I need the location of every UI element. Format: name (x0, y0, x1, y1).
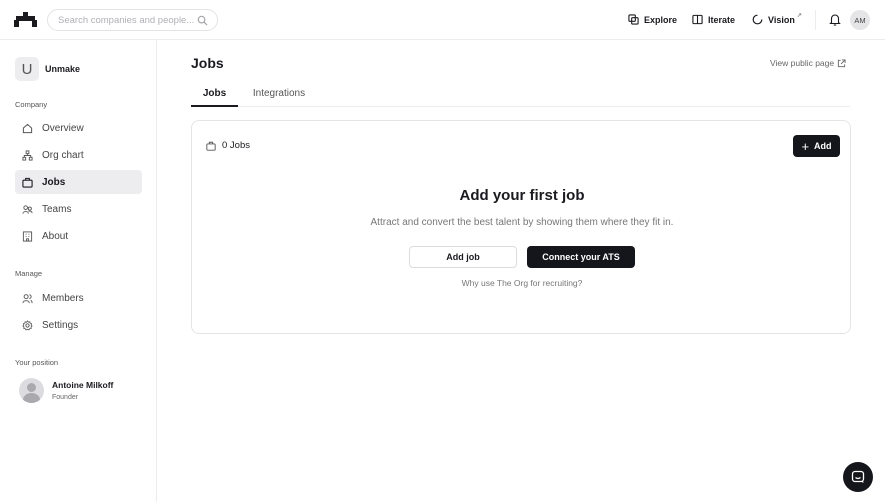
chat-button[interactable] (843, 462, 873, 492)
chat-icon (851, 470, 865, 483)
nav-vision[interactable]: Vision ↗ (752, 13, 802, 25)
jobs-count-label: 0 Jobs (222, 140, 250, 151)
briefcase-icon (22, 177, 33, 188)
sidebar-item-about[interactable]: About (15, 224, 142, 248)
company-switcher[interactable]: U Unmake (15, 57, 80, 81)
loading-circle-icon (752, 14, 763, 25)
nav-iterate[interactable]: Iterate (692, 14, 735, 25)
sidebar-item-settings[interactable]: Settings (15, 313, 142, 337)
sidebar: U Unmake Company Overview Org chart Jobs… (0, 40, 157, 502)
section-label-position: Your position (15, 358, 59, 367)
why-recruiting-link[interactable]: Why use The Org for recruiting? (192, 278, 852, 288)
gear-icon (22, 319, 33, 330)
home-icon (22, 123, 33, 133)
nav-explore[interactable]: Explore (628, 14, 677, 25)
sidebar-item-label: Settings (42, 319, 79, 331)
company-logo: U (15, 57, 39, 81)
company-name: Unmake (45, 64, 81, 74)
empty-state-subtitle: Attract and convert the best talent by s… (370, 217, 674, 228)
add-button-label: Add (814, 141, 832, 151)
section-label-company: Company (15, 100, 48, 109)
search-icon (197, 15, 208, 26)
explore-icon (628, 14, 639, 25)
view-public-page-label: View public page (770, 58, 835, 68)
plus-icon: + (801, 138, 810, 154)
org-chart-icon (22, 149, 33, 161)
the-org-logo-icon[interactable] (14, 12, 37, 27)
position-card[interactable]: Antoine Milkoff Founder (19, 378, 113, 403)
connect-ats-button[interactable]: Connect your ATS (527, 246, 635, 268)
add-button[interactable]: + Add (793, 135, 840, 157)
empty-state-title: Add your first job (459, 187, 585, 204)
sidebar-item-teams[interactable]: Teams (15, 197, 142, 221)
view-public-page-link[interactable]: View public page (770, 58, 846, 68)
page-title: Jobs (191, 55, 224, 71)
jobs-count: 0 Jobs (206, 140, 250, 151)
jobs-card: 0 Jobs + Add Add your first job Attract … (191, 120, 851, 334)
top-bar: Search companies and people... Explore I… (0, 0, 885, 40)
teams-icon (22, 204, 33, 214)
briefcase-icon (206, 141, 216, 151)
external-link-icon (838, 58, 846, 67)
avatar (19, 378, 44, 403)
book-icon (692, 14, 703, 25)
nav-iterate-label: Iterate (708, 14, 736, 25)
tab-bar: Jobs Integrations (191, 82, 850, 107)
section-label-manage: Manage (15, 269, 43, 278)
tab-jobs[interactable]: Jobs (191, 82, 238, 107)
sidebar-item-org-chart[interactable]: Org chart (15, 143, 142, 167)
nav-explore-label: Explore (644, 14, 678, 25)
search-input[interactable]: Search companies and people... (47, 9, 218, 31)
sidebar-item-overview[interactable]: Overview (15, 116, 142, 140)
sidebar-item-members[interactable]: Members (15, 286, 142, 310)
members-icon (22, 293, 33, 303)
tab-integrations[interactable]: Integrations (250, 82, 308, 107)
sidebar-item-label: Jobs (42, 176, 66, 188)
sidebar-item-jobs[interactable]: Jobs (15, 170, 142, 194)
sidebar-item-label: About (42, 230, 69, 242)
sidebar-item-label: Members (42, 292, 84, 304)
user-avatar[interactable]: AM (850, 10, 870, 30)
position-name: Antoine Milkoff (52, 380, 114, 390)
external-link-icon: ↗ (796, 13, 802, 19)
position-role: Founder (52, 394, 79, 401)
add-job-button[interactable]: Add job (409, 246, 517, 268)
sidebar-item-label: Org chart (42, 149, 84, 161)
bell-icon[interactable] (829, 13, 841, 26)
sidebar-item-label: Teams (42, 203, 72, 215)
nav-vision-label: Vision (768, 14, 795, 25)
sidebar-item-label: Overview (42, 122, 84, 134)
topbar-divider (815, 10, 816, 30)
building-icon (22, 230, 33, 242)
search-placeholder: Search companies and people... (58, 14, 195, 26)
